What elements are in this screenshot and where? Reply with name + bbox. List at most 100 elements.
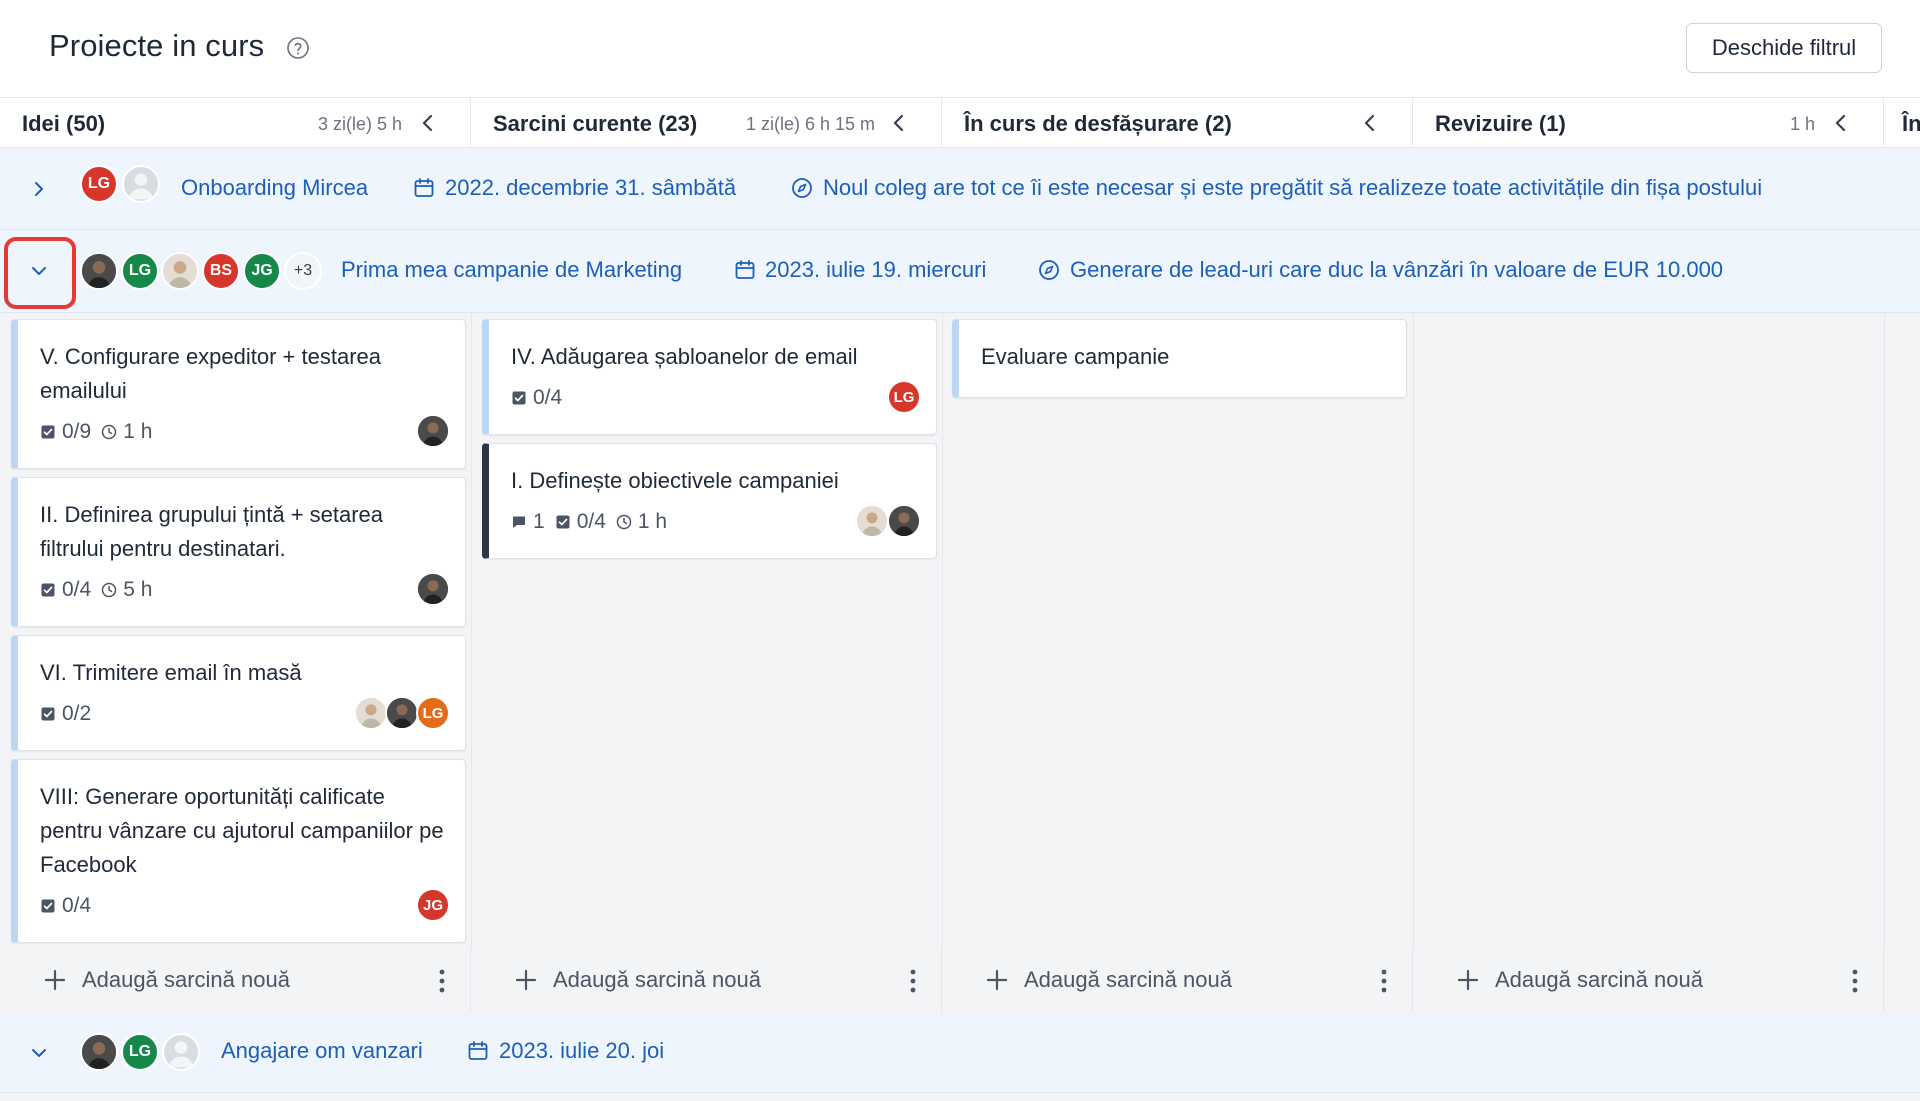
avatar-photo[interactable] (80, 1033, 118, 1071)
time-estimate: 1 h (123, 420, 153, 443)
avatar[interactable]: LG (121, 252, 159, 290)
project-link[interactable]: Prima mea campanie de Marketing (341, 257, 682, 283)
project-link[interactable]: Angajare om vanzari (221, 1038, 423, 1064)
more-vertical-icon[interactable] (438, 969, 446, 993)
task-title: I. Definește obiectivele campaniei (511, 468, 839, 493)
task-card[interactable]: Evaluare campanie (952, 319, 1407, 398)
user-photo-icon (163, 254, 197, 288)
swimlane-onboarding: LG Onboarding Mircea 2022. decembrie 31.… (0, 148, 1920, 230)
column-time-total: 1 zi(le) 6 h 15 m (745, 114, 875, 134)
swimlane-marketing: LG BS JG +3 Prima mea campanie de Market… (0, 230, 1920, 313)
avatar-photo[interactable] (161, 252, 199, 290)
avatar-photo[interactable] (855, 504, 889, 538)
column-time-total: 1 h (1789, 114, 1815, 134)
avatar[interactable]: LG (121, 1033, 159, 1071)
time-estimate: 5 h (123, 578, 153, 601)
user-photo-icon (387, 698, 417, 728)
task-meta: 0/2 (40, 702, 91, 726)
more-members-badge[interactable]: +3 (284, 252, 322, 290)
highlight-annotation (4, 237, 76, 309)
page-title: Proiecte in curs (49, 28, 265, 63)
task-title: VI. Trimitere email în masă (40, 660, 302, 685)
bottom-strip (0, 1093, 1920, 1101)
task-card[interactable]: VI. Trimitere email în masă 0/2 LG (11, 635, 466, 751)
clock-icon (101, 424, 117, 440)
project-due-date: 2022. decembrie 31. sâmbătă (445, 175, 737, 200)
column-title: În (1902, 111, 1920, 136)
avatar[interactable]: JG (416, 888, 450, 922)
checkbox-icon (512, 391, 526, 405)
add-task-button[interactable]: Adaugă sarcină nouă (942, 949, 1413, 1013)
compass-icon (792, 178, 812, 198)
avatar[interactable]: LG (887, 380, 921, 414)
avatar[interactable]: BS (202, 252, 240, 290)
user-photo-icon (82, 1035, 116, 1069)
column-title: Revizuire (1) (1435, 111, 1566, 136)
column-divider (1884, 313, 1885, 1013)
chevron-left-icon[interactable] (1831, 112, 1851, 134)
chevron-left-icon[interactable] (1360, 112, 1380, 134)
add-task-label: Adaugă sarcină nouă (1495, 967, 1703, 992)
project-due-date: 2023. iulie 19. miercuri (765, 257, 987, 282)
chevron-right-icon (35, 182, 43, 196)
column-headers: Idei (50) 3 zi(le) 5 h Sarcini curente (… (0, 98, 1920, 148)
checkbox-icon (41, 425, 55, 439)
open-filter-button[interactable]: Deschide filtrul (1686, 23, 1882, 73)
task-meta: 1 0/4 1 h (511, 510, 667, 534)
swimlane-angajare: LG Angajare om vanzari 2023. iulie 20. j… (0, 1013, 1920, 1093)
avatar-photo[interactable] (385, 696, 419, 730)
task-card[interactable]: IV. Adăugarea șabloanelor de email 0/4 L… (482, 319, 937, 435)
time-estimate: 1 h (637, 510, 668, 533)
avatar-placeholder[interactable] (122, 165, 160, 203)
avatar[interactable]: LG (416, 696, 450, 730)
add-task-button[interactable]: Adaugă sarcină nouă (0, 949, 471, 1013)
column-header-sarcini-curente: Sarcini curente (23) 1 zi(le) 6 h 15 m (471, 98, 942, 148)
task-card[interactable]: I. Definește obiectivele campaniei 1 0/4… (482, 443, 937, 559)
plus-icon (44, 969, 66, 991)
avatar-photo[interactable] (416, 572, 450, 606)
clock-icon (101, 582, 117, 598)
task-title: VIII: Generare oportunități calificate p… (40, 784, 444, 877)
add-task-button[interactable]: Adaugă sarcină nouă (471, 949, 942, 1013)
task-meta: 0/9 1 h (40, 420, 152, 444)
help-icon[interactable] (286, 36, 310, 60)
plus-icon (515, 969, 537, 991)
user-icon (168, 1041, 194, 1068)
chevron-left-icon[interactable] (889, 112, 909, 134)
add-task-button[interactable]: Adaugă sarcină nouă (1413, 949, 1884, 1013)
avatar-photo[interactable] (416, 414, 450, 448)
comment-icon (513, 516, 525, 528)
avatar-photo[interactable] (354, 696, 388, 730)
task-card[interactable]: II. Definirea grupului țintă + setarea f… (11, 477, 466, 627)
user-icon (128, 173, 154, 200)
user-photo-icon (418, 416, 448, 446)
checklist-count: 0/4 (62, 894, 92, 917)
task-card[interactable]: VIII: Generare oportunități calificate p… (11, 759, 466, 943)
task-title: II. Definirea grupului țintă + setarea f… (40, 502, 384, 561)
avatar-photo[interactable] (80, 252, 118, 290)
collapse-toggle[interactable] (22, 1036, 56, 1070)
project-link[interactable]: Onboarding Mircea (181, 175, 368, 201)
column-time-total: 3 zi(le) 5 h (317, 114, 402, 134)
task-meta: 0/4 (40, 894, 91, 918)
chevron-left-icon[interactable] (418, 112, 438, 134)
more-vertical-icon[interactable] (909, 969, 917, 993)
add-task-label: Adaugă sarcină nouă (82, 967, 290, 992)
expand-toggle[interactable] (22, 172, 56, 206)
avatar[interactable]: LG (80, 165, 118, 203)
checklist-count: 0/2 (62, 702, 92, 725)
avatar-photo[interactable] (887, 504, 921, 538)
column-divider (1413, 313, 1414, 1013)
column-title: Idei (50) (22, 111, 106, 136)
task-meta: 0/4 (511, 386, 562, 410)
checkbox-icon (41, 899, 55, 913)
project-goal: Noul coleg are tot ce îi este necesar și… (823, 175, 1763, 200)
more-vertical-icon[interactable] (1851, 969, 1859, 993)
comment-count: 1 (533, 510, 545, 533)
more-vertical-icon[interactable] (1380, 969, 1388, 993)
user-photo-icon (82, 254, 116, 288)
task-card[interactable]: V. Configurare expeditor + testarea emai… (11, 319, 466, 469)
user-photo-icon (857, 506, 887, 536)
avatar-placeholder[interactable] (162, 1033, 200, 1071)
avatar[interactable]: JG (243, 252, 281, 290)
